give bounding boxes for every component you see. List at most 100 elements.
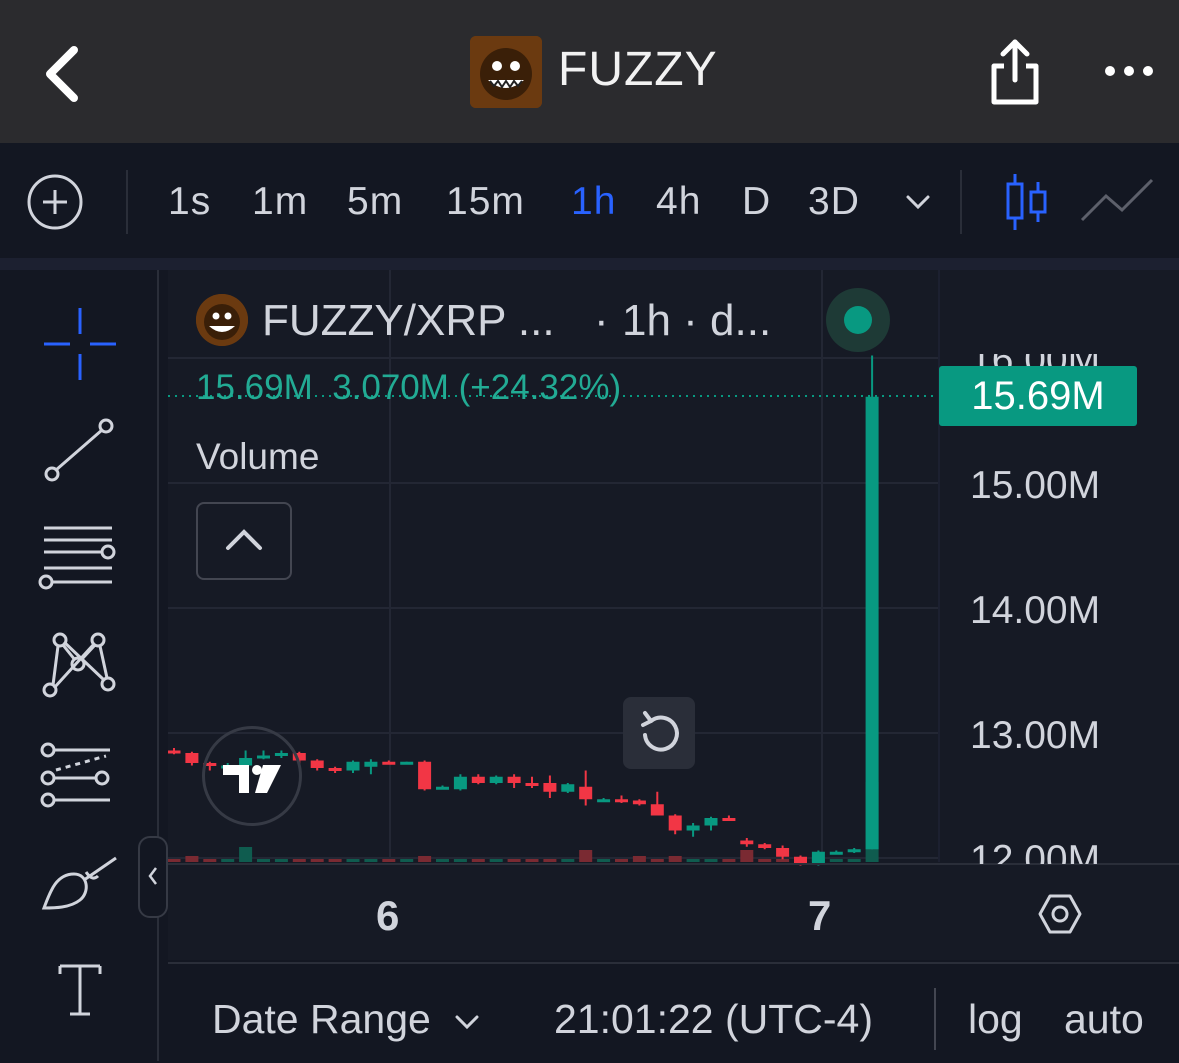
volume-bar [471, 859, 485, 862]
timeframe-15m[interactable]: 15m [446, 180, 525, 224]
volume-bar [489, 859, 503, 862]
volume-bar [776, 859, 790, 862]
timeframe-5m[interactable]: 5m [347, 180, 403, 224]
more-button[interactable] [1100, 56, 1160, 86]
brush-tool[interactable] [40, 852, 120, 923]
candle-body [704, 818, 718, 826]
timeframe-4h[interactable]: 4h [656, 180, 701, 224]
legend-interval: 1h · d... [622, 296, 772, 345]
chevron-down-icon [906, 195, 930, 210]
volume-bar [418, 856, 432, 862]
symbol-avatar [196, 294, 248, 346]
candle-body [597, 799, 611, 803]
volume-bar [847, 859, 861, 862]
back-button[interactable] [36, 40, 96, 104]
candle-body [865, 396, 879, 850]
tradingview-logo[interactable] [202, 726, 302, 826]
volume-bar [346, 859, 360, 862]
ohlc-values: 15.69M 3.070M (+24.32%) [196, 368, 622, 407]
page-title: FUZZY [558, 43, 718, 96]
timeframe-3d[interactable]: 3D [808, 180, 860, 224]
timeframe-1h[interactable]: 1h [571, 180, 616, 224]
time-axis-label: 6 [376, 892, 400, 939]
forecast-tool[interactable] [40, 742, 116, 813]
reset-chart-button[interactable] [623, 697, 695, 769]
text-icon [58, 964, 102, 1016]
timeframe-dropdown[interactable] [902, 186, 934, 218]
volume-bar [507, 859, 521, 862]
volume-bar [561, 859, 575, 862]
line-chart-icon [1080, 178, 1154, 222]
last-price-tag: 15.69M [939, 366, 1137, 426]
volume-bar [758, 859, 772, 862]
date-range-button[interactable]: Date Range [212, 996, 482, 1043]
symbol-name[interactable]: FUZZY/XRP ... [262, 296, 555, 346]
volume-bar [704, 859, 718, 862]
candle-body [525, 783, 539, 786]
toolbar-shadow [0, 258, 1179, 270]
auto-scale-toggle[interactable]: auto [1064, 996, 1144, 1043]
volume-bar [310, 859, 324, 862]
candle-body [776, 848, 790, 857]
add-symbol-button[interactable] [27, 174, 83, 230]
bottom-divider [934, 988, 936, 1050]
trend-line-tool[interactable] [44, 416, 116, 493]
candle-body [829, 851, 843, 855]
candle-body [453, 776, 467, 790]
clock-timezone[interactable]: 21:01:22 (UTC-4) [554, 996, 873, 1043]
volume-bar [650, 859, 664, 862]
brush-icon [41, 856, 117, 910]
volume-bar [829, 859, 843, 862]
toolbar-divider [960, 170, 962, 234]
price-axis-label: 14.00M [970, 589, 1101, 632]
chevron-left-icon [148, 867, 157, 885]
plus-circle-icon [27, 174, 83, 230]
candle-body [328, 768, 342, 771]
candle-body [168, 750, 181, 754]
pattern-tool[interactable] [42, 632, 118, 703]
volume-indicator-label[interactable]: Volume [196, 436, 319, 478]
share-button[interactable] [986, 36, 1044, 108]
volume-bar [382, 859, 396, 862]
price-axis-label: 15.00M [970, 464, 1101, 507]
candle-body [758, 844, 772, 848]
crosshair-tool[interactable] [44, 308, 116, 385]
market-status[interactable] [826, 288, 890, 352]
settings-hexagon-icon [1038, 894, 1082, 934]
text-tool[interactable] [56, 960, 104, 1025]
token-avatar [470, 36, 542, 108]
date-range-label: Date Range [212, 996, 431, 1042]
candles-chart-type-button[interactable] [1000, 170, 1052, 234]
chevron-down-icon [455, 1015, 479, 1030]
projection-icon [40, 742, 110, 808]
toolbar-collapse-handle[interactable] [138, 836, 168, 918]
timeframe-1s[interactable]: 1s [168, 180, 211, 224]
volume-bar [543, 859, 557, 862]
fib-retracement-tool[interactable] [38, 524, 118, 597]
volume-bar [328, 859, 342, 862]
candle-body [811, 851, 825, 865]
candle-body [418, 761, 432, 790]
line-chart-type-button[interactable] [1078, 170, 1156, 234]
volume-bar [597, 859, 611, 862]
chart-settings-button[interactable] [1036, 890, 1084, 938]
candle-body [668, 815, 682, 831]
price-axis-label: 13.00M [970, 714, 1101, 757]
volume-bar [239, 847, 253, 862]
volume-bar [453, 859, 467, 862]
candle-body [615, 799, 628, 803]
candle-body [346, 761, 360, 771]
volume-bar [168, 859, 181, 862]
candle-body [543, 783, 557, 792]
share-icon [991, 39, 1039, 105]
collapse-legend-button[interactable] [196, 502, 292, 580]
timeframe-d[interactable]: D [742, 180, 771, 224]
volume-bar [292, 859, 306, 862]
timeframe-1m[interactable]: 1m [252, 180, 308, 224]
candle-body [364, 761, 378, 767]
volume-bar [203, 859, 217, 862]
market-status-dot [844, 306, 872, 334]
log-scale-toggle[interactable]: log [968, 996, 1023, 1043]
volume-bar [257, 859, 270, 862]
volume-bar [274, 859, 288, 862]
